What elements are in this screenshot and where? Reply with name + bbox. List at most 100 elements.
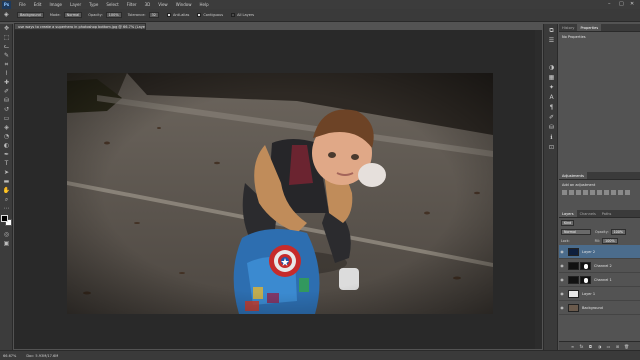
document-tab[interactable]: use ways to create a superhero in photos… bbox=[14, 23, 146, 30]
layer-name: Background bbox=[582, 305, 603, 310]
levels-adjustment-icon[interactable] bbox=[569, 190, 574, 195]
opacity-field[interactable]: 100% bbox=[105, 12, 122, 18]
crop-tool-icon[interactable]: ⌗ bbox=[2, 61, 11, 68]
layer-row[interactable]: ◉ Layer 1 bbox=[559, 287, 640, 301]
menu-window[interactable]: Window bbox=[176, 2, 192, 7]
paragraph-panel-icon[interactable]: ¶ bbox=[548, 104, 555, 111]
layer-row[interactable]: ◉ Layer 2 bbox=[559, 245, 640, 259]
visibility-eye-icon[interactable]: ◉ bbox=[559, 263, 565, 268]
new-group-icon[interactable]: ▭ bbox=[606, 344, 611, 349]
zoom-level[interactable]: 66.67% bbox=[3, 354, 16, 358]
vibrance-adjustment-icon[interactable] bbox=[590, 190, 595, 195]
curves-adjustment-icon[interactable] bbox=[576, 190, 581, 195]
clone-stamp-tool-icon[interactable]: ⛁ bbox=[2, 97, 11, 104]
menu-type[interactable]: Type bbox=[89, 2, 98, 7]
menu-select[interactable]: Select bbox=[106, 2, 118, 7]
contiguous-checkbox[interactable] bbox=[197, 13, 202, 17]
channel-mixer-adjustment-icon[interactable] bbox=[625, 190, 630, 195]
menu-view[interactable]: View bbox=[158, 2, 168, 7]
menu-help[interactable]: Help bbox=[199, 2, 208, 7]
healing-brush-tool-icon[interactable]: ✚ bbox=[2, 79, 11, 86]
brush-tool-icon[interactable]: ✐ bbox=[2, 88, 11, 95]
layer-kind-filter[interactable]: Kind bbox=[561, 219, 575, 226]
quick-select-tool-icon[interactable]: ✎ bbox=[2, 52, 11, 59]
adjustment-layer-icon[interactable]: ◑ bbox=[597, 344, 602, 349]
properties-panel-icon[interactable]: ☰ bbox=[548, 37, 555, 44]
blur-tool-icon[interactable]: ◔ bbox=[2, 133, 11, 140]
pen-tool-icon[interactable]: ✒ bbox=[2, 151, 11, 158]
menu-layer[interactable]: Layer bbox=[70, 2, 81, 7]
fill-field[interactable]: 100% bbox=[602, 237, 618, 244]
new-layer-icon[interactable]: ⊞ bbox=[615, 344, 620, 349]
minimize-button[interactable]: – bbox=[608, 1, 611, 7]
history-brush-tool-icon[interactable]: ↺ bbox=[2, 106, 11, 113]
add-mask-icon[interactable]: ◘ bbox=[588, 344, 593, 349]
tab-history[interactable]: History bbox=[559, 24, 577, 31]
navigator-panel-icon[interactable]: ⊡ bbox=[548, 144, 555, 151]
maximize-button[interactable]: □ bbox=[619, 1, 624, 7]
quick-mask-icon[interactable]: ◎ bbox=[2, 231, 11, 238]
screen-mode-icon[interactable]: ▣ bbox=[2, 240, 11, 247]
mode-select[interactable]: Normal bbox=[63, 12, 83, 18]
type-tool-icon[interactable]: T bbox=[2, 160, 11, 167]
layer-row[interactable]: ◉ Background bbox=[559, 301, 640, 315]
black-white-adjustment-icon[interactable] bbox=[611, 190, 616, 195]
layer-opacity-field[interactable]: 100% bbox=[610, 228, 626, 235]
hue-saturation-adjustment-icon[interactable] bbox=[597, 190, 602, 195]
delete-layer-icon[interactable]: 🗑 bbox=[624, 344, 629, 349]
visibility-eye-icon[interactable]: ◉ bbox=[559, 291, 565, 296]
color-balance-adjustment-icon[interactable] bbox=[604, 190, 609, 195]
vertical-scrollbar[interactable] bbox=[535, 30, 542, 349]
menu-image[interactable]: Image bbox=[49, 2, 62, 7]
menu-3d[interactable]: 3D bbox=[145, 2, 151, 7]
marquee-tool-icon[interactable]: ⬚ bbox=[2, 34, 11, 41]
dodge-tool-icon[interactable]: ◐ bbox=[2, 142, 11, 149]
move-tool-icon[interactable]: ✥ bbox=[2, 25, 11, 32]
visibility-eye-icon[interactable]: ◉ bbox=[559, 305, 565, 310]
menu-file[interactable]: File bbox=[19, 2, 26, 7]
all-layers-checkbox[interactable] bbox=[231, 13, 236, 17]
eyedropper-tool-icon[interactable]: ⌇ bbox=[2, 70, 11, 77]
menu-edit[interactable]: Edit bbox=[34, 2, 42, 7]
brush-panel-icon[interactable]: ✐ bbox=[548, 114, 555, 121]
tab-properties[interactable]: Properties bbox=[577, 24, 602, 31]
color-swatches[interactable] bbox=[1, 215, 13, 227]
exposure-adjustment-icon[interactable] bbox=[583, 190, 588, 195]
brightness-adjustment-icon[interactable] bbox=[562, 190, 567, 195]
photo-filter-adjustment-icon[interactable] bbox=[618, 190, 623, 195]
tab-channels[interactable]: Channels bbox=[577, 210, 599, 217]
link-layers-icon[interactable]: ∞ bbox=[570, 344, 575, 349]
menu-filter[interactable]: Filter bbox=[127, 2, 137, 7]
zoom-tool-icon[interactable]: ⌕ bbox=[2, 196, 11, 203]
paint-bucket-tool-icon[interactable]: ◈ bbox=[2, 124, 11, 131]
layer-row[interactable]: ◉ Channel 1 bbox=[559, 273, 640, 287]
lasso-tool-icon[interactable]: ᓚ bbox=[2, 43, 11, 50]
blend-mode-select[interactable]: Normal bbox=[561, 228, 591, 235]
tab-adjustments[interactable]: Adjustments bbox=[559, 172, 587, 179]
visibility-eye-icon[interactable]: ◉ bbox=[559, 277, 565, 282]
clone-source-panel-icon[interactable]: ⛁ bbox=[548, 124, 555, 131]
visibility-eye-icon[interactable]: ◉ bbox=[559, 249, 565, 254]
path-selection-tool-icon[interactable]: ➤ bbox=[2, 169, 11, 176]
tab-paths[interactable]: Paths bbox=[599, 210, 615, 217]
layer-row[interactable]: ◉ Channel 2 bbox=[559, 259, 640, 273]
document-image[interactable] bbox=[67, 73, 493, 314]
tab-layers[interactable]: Layers bbox=[559, 210, 577, 217]
styles-panel-icon[interactable]: ✦ bbox=[548, 84, 555, 91]
hand-tool-icon[interactable]: ✋ bbox=[2, 187, 11, 194]
history-panel-icon[interactable]: ⧉ bbox=[548, 27, 555, 34]
swatches-panel-icon[interactable]: ▦ bbox=[548, 74, 555, 81]
layer-style-icon[interactable]: fx bbox=[579, 344, 584, 349]
info-panel-icon[interactable]: ℹ bbox=[548, 134, 555, 141]
close-button[interactable]: ✕ bbox=[630, 1, 634, 7]
tolerance-field[interactable]: 32 bbox=[148, 12, 160, 18]
eraser-tool-icon[interactable]: ▭ bbox=[2, 115, 11, 122]
character-panel-icon[interactable]: A bbox=[548, 94, 555, 101]
shape-tool-icon[interactable]: ▬ bbox=[2, 178, 11, 185]
fill-source-select[interactable]: Background bbox=[17, 12, 44, 18]
anti-alias-checkbox[interactable] bbox=[167, 13, 172, 17]
more-tools-icon[interactable]: ⋯ bbox=[2, 205, 11, 212]
color-panel-icon[interactable]: ◑ bbox=[548, 64, 555, 71]
paint-bucket-icon[interactable]: ◈ bbox=[4, 11, 14, 19]
foreground-color-swatch[interactable] bbox=[1, 215, 8, 222]
